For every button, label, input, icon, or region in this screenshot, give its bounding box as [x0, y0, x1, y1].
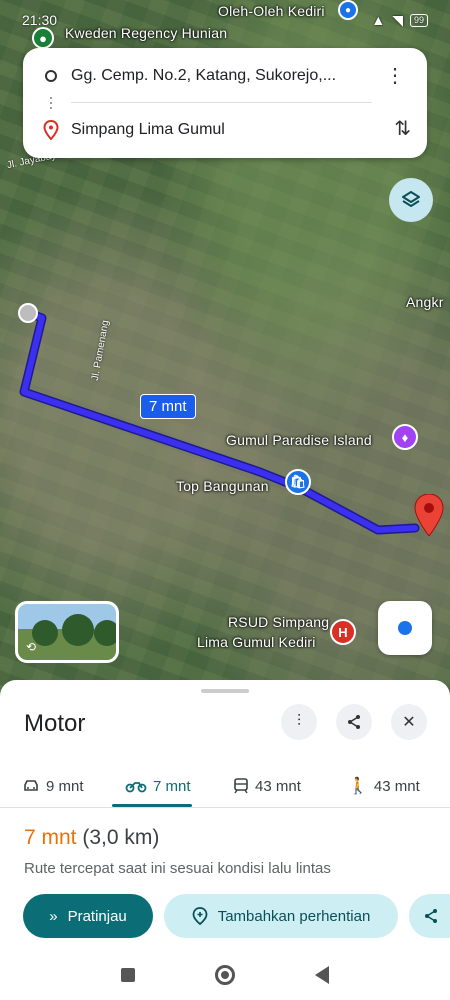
share-icon	[348, 715, 360, 729]
recents-button[interactable]	[121, 968, 135, 982]
route-time-bubble[interactable]: 7 mnt	[140, 394, 196, 419]
tab-walk[interactable]: 🚶 43 mnt	[348, 764, 420, 808]
tab-transit[interactable]: 43 mnt	[233, 764, 301, 808]
bottom-sheet: Motor ⫶ ✕ 9 mnt 7 mnt 43 mnt 🚶 43 mnt 7 …	[0, 680, 450, 950]
location-dot-icon	[398, 621, 412, 635]
sliders-icon: ⫶	[296, 713, 301, 730]
my-location-button[interactable]	[378, 601, 432, 655]
close-icon: ✕	[402, 714, 416, 731]
preview-arrows-icon: »	[49, 907, 58, 925]
more-options-icon[interactable]: ⋮	[385, 66, 405, 86]
origin-text[interactable]: Gg. Cemp. No.2, Katang, Sukorejo,...	[71, 67, 336, 85]
origin-circle-icon	[45, 70, 57, 82]
tab-car-label: 9 mnt	[46, 777, 84, 795]
hospital-pin-icon[interactable]: H	[330, 619, 356, 645]
tab-motorcycle-label: 7 mnt	[153, 777, 191, 795]
card-divider	[71, 102, 372, 103]
sheet-title: Motor	[24, 710, 86, 737]
destination-marker-icon[interactable]	[414, 494, 444, 536]
route-options-button[interactable]: ⫶	[281, 704, 317, 740]
swap-icon[interactable]: ⇅	[394, 116, 411, 141]
store-pin-icon[interactable]: 🛍	[285, 469, 311, 495]
sheet-drag-handle[interactable]	[201, 689, 249, 693]
route-summary: 7 mnt (3,0 km)	[24, 826, 159, 850]
destination-text[interactable]: Simpang Lima Gumul	[71, 121, 225, 139]
layers-icon	[402, 191, 420, 207]
system-nav-bar	[0, 950, 450, 1000]
street-view-thumbnail[interactable]: ⟲	[15, 601, 119, 663]
train-icon	[234, 778, 248, 794]
origin-row[interactable]: Gg. Cemp. No.2, Katang, Sukorejo,...	[23, 56, 427, 96]
layers-button[interactable]	[389, 178, 433, 222]
map-label-top-bangunan[interactable]: Top Bangunan	[176, 478, 269, 494]
add-stop-pin-icon	[192, 907, 208, 925]
close-button[interactable]: ✕	[391, 704, 427, 740]
signal-icon: ▲	[371, 12, 386, 28]
status-bar: 21:30 ▲ ◥ 99	[22, 8, 428, 32]
back-button[interactable]	[315, 966, 329, 984]
tab-walk-label: 43 mnt	[373, 777, 420, 795]
map-label-angkr[interactable]: Angkr	[406, 294, 444, 310]
tab-car[interactable]: 9 mnt	[22, 764, 84, 808]
motorcycle-icon	[125, 782, 147, 793]
share-button[interactable]	[336, 704, 372, 740]
map-label-rsud-2[interactable]: Lima Gumul Kediri	[197, 634, 316, 650]
rotate-360-icon: ⟲	[26, 640, 37, 654]
origin-marker	[18, 303, 38, 323]
battery-icon: 99	[409, 13, 428, 27]
destination-pin-icon	[43, 120, 59, 140]
walk-icon: 🚶	[348, 778, 368, 795]
map-label-rsud-1[interactable]: RSUD Simpang	[228, 614, 329, 630]
route-duration: 7 mnt	[24, 826, 77, 849]
route-dots-icon	[50, 97, 52, 111]
add-stop-button[interactable]: Tambahkan perhentian	[164, 894, 398, 938]
destination-row[interactable]: Simpang Lima Gumul	[23, 110, 427, 150]
route-distance: (3,0 km)	[82, 826, 160, 849]
car-icon	[24, 780, 38, 791]
wifi-icon: ◥	[392, 11, 403, 28]
home-button[interactable]	[215, 965, 235, 985]
directions-card: Gg. Cemp. No.2, Katang, Sukorejo,... Sim…	[23, 48, 427, 158]
active-tab-indicator	[112, 804, 192, 807]
map-label-gumul-paradise[interactable]: Gumul Paradise Island	[226, 432, 372, 448]
share-route-button[interactable]	[409, 894, 450, 938]
add-stop-label: Tambahkan perhentian	[217, 907, 371, 925]
route-description: Rute tercepat saat ini sesuai kondisi la…	[24, 860, 331, 877]
travel-mode-tabs: 9 mnt 7 mnt 43 mnt 🚶 43 mnt	[0, 764, 450, 808]
status-time: 21:30	[22, 12, 58, 28]
tab-transit-label: 43 mnt	[255, 777, 301, 795]
attraction-pin-icon[interactable]: ♦	[392, 424, 418, 450]
preview-label: Pratinjau	[67, 907, 127, 925]
tab-motorcycle[interactable]: 7 mnt	[125, 764, 191, 808]
share-route-icon	[425, 909, 437, 923]
preview-button[interactable]: » Pratinjau	[23, 894, 153, 938]
